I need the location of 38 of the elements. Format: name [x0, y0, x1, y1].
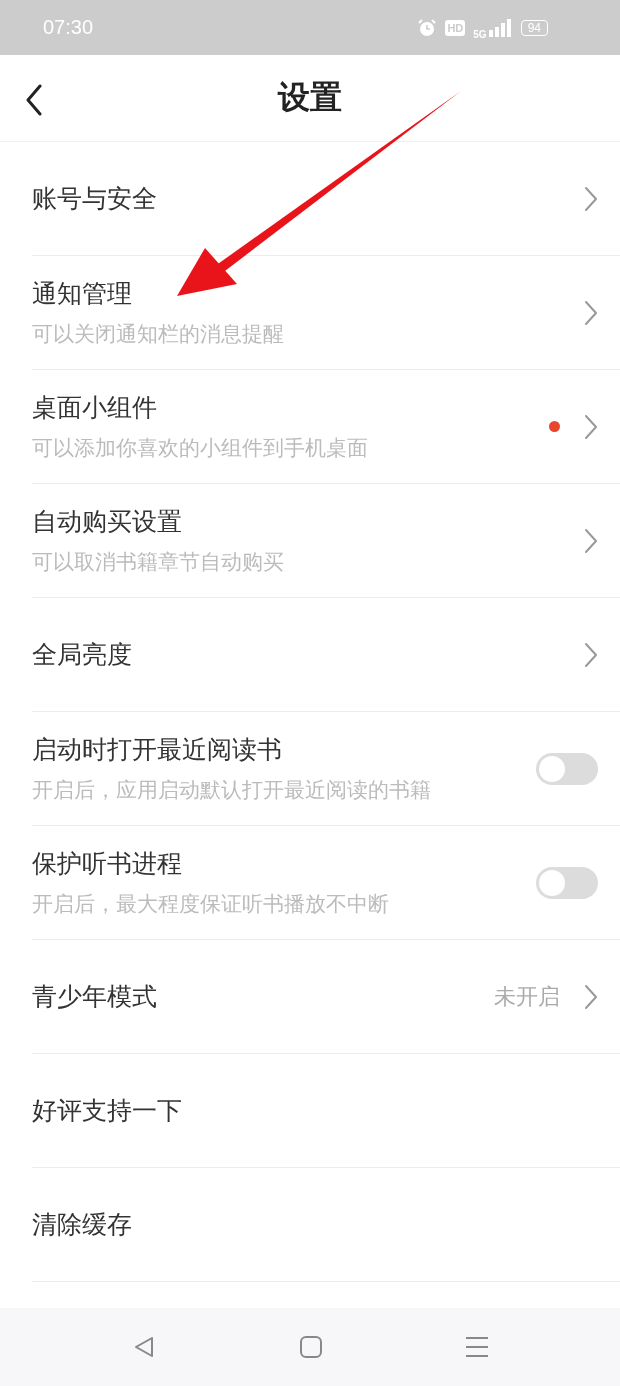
settings-item[interactable]: 青少年模式 未开启 — [32, 940, 620, 1054]
toggle-switch[interactable] — [536, 752, 598, 785]
chevron-right-icon — [584, 641, 598, 668]
toggle-switch[interactable] — [536, 866, 598, 899]
settings-item[interactable]: 好评支持一下 — [32, 1054, 620, 1168]
setting-description: 可以添加你喜欢的小组件到手机桌面 — [32, 435, 369, 462]
setting-title: 保护听书进程 — [32, 848, 183, 880]
setting-value: 未开启 — [494, 982, 560, 1011]
signal-icon — [488, 18, 513, 37]
setting-title: 账号与安全 — [32, 183, 158, 215]
chevron-right-icon — [584, 299, 598, 326]
setting-description: 可以取消书籍章节自动购买 — [32, 549, 285, 576]
setting-title: 桌面小组件 — [32, 392, 158, 424]
setting-title: 青少年模式 — [32, 981, 158, 1013]
back-icon[interactable] — [25, 84, 43, 116]
settings-item[interactable]: 清除缓存 — [32, 1168, 620, 1282]
setting-description: 开启后，最大程度保证听书播放不中断 — [32, 891, 390, 918]
chevron-right-icon — [584, 983, 598, 1010]
page-title: 设置 — [278, 77, 342, 118]
settings-item[interactable]: 启动时打开最近阅读书 开启后，应用启动默认打开最近阅读的书籍 — [32, 712, 620, 826]
setting-title: 自动购买设置 — [32, 506, 183, 538]
chevron-right-icon — [584, 413, 598, 440]
chevron-right-icon — [584, 185, 598, 212]
chevron-right-icon — [584, 527, 598, 554]
setting-title: 清除缓存 — [32, 1209, 133, 1241]
setting-title: 通知管理 — [32, 278, 133, 310]
home-icon[interactable] — [300, 1336, 322, 1358]
setting-title: 启动时打开最近阅读书 — [32, 734, 283, 766]
settings-item[interactable]: 桌面小组件 可以添加你喜欢的小组件到手机桌面 — [32, 370, 620, 484]
setting-title: 全局亮度 — [32, 639, 133, 671]
settings-item[interactable]: 全局亮度 — [32, 598, 620, 712]
alarm-icon — [417, 17, 438, 38]
settings-item[interactable]: 保护听书进程 开启后，最大程度保证听书播放不中断 — [32, 826, 620, 940]
settings-item[interactable]: 自动购买设置 可以取消书籍章节自动购买 — [32, 484, 620, 598]
setting-description: 可以关闭通知栏的消息提醒 — [32, 321, 285, 348]
menu-icon[interactable] — [466, 1336, 488, 1358]
setting-title: 好评支持一下 — [32, 1095, 183, 1127]
setting-description: 开启后，应用启动默认打开最近阅读的书籍 — [32, 777, 432, 804]
